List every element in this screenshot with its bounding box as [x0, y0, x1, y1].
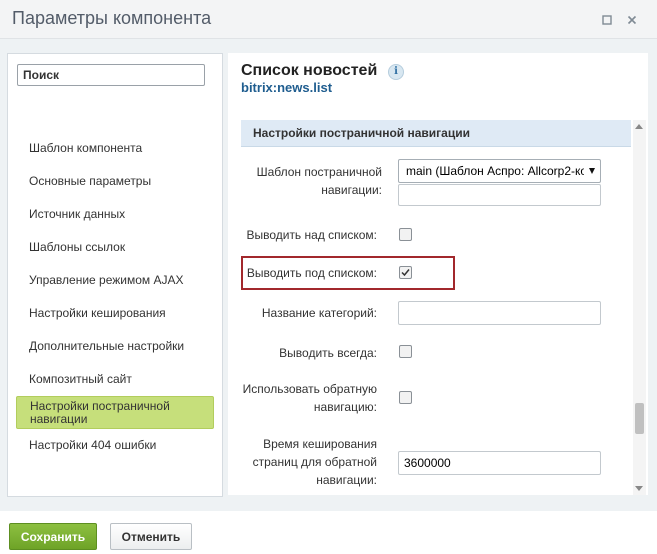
sidebar-item-basic-params[interactable]: Основные параметры: [16, 165, 214, 198]
pager-template-extra-input[interactable]: [398, 184, 601, 206]
dialog-title: Параметры компонента: [12, 8, 212, 28]
sidebar-item-label: Шаблоны ссылок: [29, 240, 126, 254]
display-top-label: Выводить над списком:: [246, 228, 377, 242]
sidebar-item-label: Композитный сайт: [29, 372, 132, 386]
sidebar-item-label: Настройки 404 ошибки: [29, 438, 157, 452]
sidebar-item-label: Настройки постраничной навигации: [30, 398, 170, 426]
scroll-up-icon[interactable]: [635, 124, 643, 129]
section-header: Настройки постраничной навигации: [241, 120, 631, 147]
sidebar: Шаблон компонента Основные параметры Ист…: [7, 53, 223, 497]
show-always-checkbox[interactable]: [399, 345, 412, 358]
desc-cache-time-label: Время кеширования страниц для обратной н…: [252, 437, 377, 487]
dialog-body: Шаблон компонента Основные параметры Ист…: [0, 39, 657, 511]
chevron-down-icon: [589, 168, 595, 174]
scroll-thumb[interactable]: [635, 403, 644, 434]
sidebar-item-label: Шаблон компонента: [29, 141, 143, 155]
scroll-down-icon[interactable]: [635, 486, 643, 491]
sidebar-nav: Шаблон компонента Основные параметры Ист…: [16, 132, 214, 462]
sidebar-item-ajax-mode[interactable]: Управление режимом AJAX: [16, 264, 214, 297]
pager-title-label: Название категорий:: [261, 306, 377, 320]
sidebar-item-additional[interactable]: Дополнительные настройки: [16, 330, 214, 363]
close-icon[interactable]: [625, 13, 639, 27]
checkmark-icon: [401, 269, 410, 277]
component-code: bitrix:news.list: [241, 80, 333, 95]
sidebar-item-label: Настройки кеширования: [29, 306, 166, 320]
show-always-label: Выводить всегда:: [279, 346, 377, 360]
sidebar-item-composite[interactable]: Композитный сайт: [16, 363, 214, 396]
display-bottom-label: Выводить под списком:: [246, 266, 377, 280]
sidebar-item-404[interactable]: Настройки 404 ошибки: [16, 429, 214, 462]
sidebar-item-template[interactable]: Шаблон компонента: [16, 132, 214, 165]
sidebar-item-label: Дополнительные настройки: [29, 339, 185, 353]
component-title: Список новостей: [241, 62, 378, 79]
desc-numbering-checkbox[interactable]: [399, 391, 412, 404]
sidebar-item-url-templates[interactable]: Шаблоны ссылок: [16, 231, 214, 264]
pager-template-label: Шаблон постраничной навигации:: [256, 165, 382, 197]
sidebar-item-label: Источник данных: [29, 207, 126, 221]
sidebar-item-label: Управление режимом AJAX: [29, 273, 184, 287]
sidebar-item-pager-settings[interactable]: Настройки постраничной навигации: [16, 396, 214, 429]
dialog-footer: Сохранить Отменить: [0, 511, 657, 554]
maximize-icon[interactable]: [600, 13, 614, 27]
info-icon[interactable]: i: [388, 64, 404, 80]
sidebar-item-label: Основные параметры: [29, 174, 152, 188]
search-input[interactable]: [17, 64, 205, 86]
scrollbar[interactable]: [633, 120, 646, 495]
desc-numbering-label: Использовать обратную навигацию:: [242, 382, 377, 414]
display-top-checkbox[interactable]: [399, 228, 412, 241]
pager-template-value: main (Шаблон Аспро: Allcorp2-ко: [406, 164, 584, 178]
sidebar-item-data-source[interactable]: Источник данных: [16, 198, 214, 231]
display-bottom-checkbox[interactable]: [399, 266, 412, 279]
sidebar-item-cache[interactable]: Настройки кеширования: [16, 297, 214, 330]
pager-title-input[interactable]: [398, 301, 601, 325]
settings-panel: Список новостей i bitrix:news.list Настр…: [228, 53, 648, 495]
cancel-button[interactable]: Отменить: [110, 523, 192, 550]
save-button[interactable]: Сохранить: [9, 523, 97, 550]
pager-template-select[interactable]: main (Шаблон Аспро: Allcorp2-ко: [398, 159, 601, 183]
desc-cache-time-input[interactable]: [398, 451, 601, 475]
dialog-titlebar: Параметры компонента: [0, 0, 657, 39]
